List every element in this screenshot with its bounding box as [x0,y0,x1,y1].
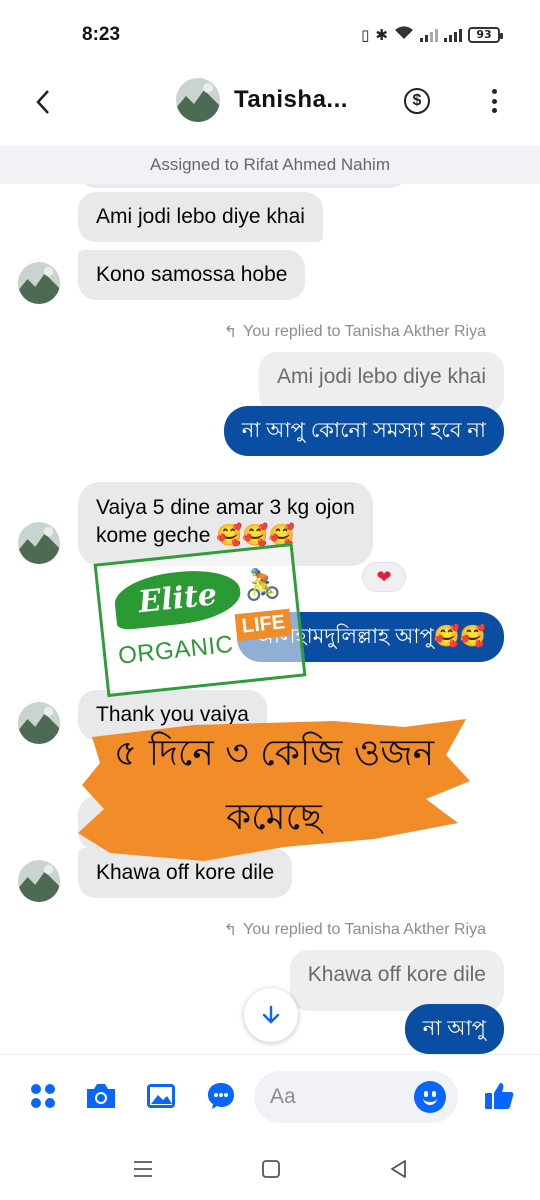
contact-name[interactable]: Tanisha... [234,86,348,114]
contact-avatar[interactable] [176,78,220,122]
brush-caption: ৫ দিনে ৩ কেজি ওজন কমেছে [74,722,474,850]
wifi-icon [394,25,414,44]
sender-avatar[interactable] [18,702,60,744]
home-nav-icon[interactable] [256,1154,286,1184]
brush-line: কমেছে [226,797,322,838]
sender-avatar[interactable] [18,860,60,902]
system-nav-bar [0,1138,540,1200]
composer: Aa [0,1054,540,1138]
apps-icon[interactable] [26,1079,60,1113]
signal-icon [420,27,438,42]
sender-avatar[interactable] [18,522,60,564]
outgoing-message[interactable]: না আপু [404,1004,504,1054]
bicycle-icon: 🚴 [242,566,283,604]
dollar-icon[interactable]: $ [404,88,430,114]
brand-logo: Elite 🚴 ORGANIC LIFE [93,542,307,698]
bluetooth-icon: ✱ [375,25,388,44]
chat-icon[interactable] [204,1079,238,1113]
reply-quote[interactable]: Khawa off kore dile [289,950,504,1011]
back-icon[interactable] [28,84,58,120]
vibrate-icon: ▯ [361,25,370,44]
scroll-down-icon[interactable] [244,988,298,1042]
reply-label: ↰ You replied to Tanisha Akther Riya [224,920,486,940]
input-placeholder: Aa [270,1085,296,1108]
conversation-header: Tanisha... $ [0,72,540,146]
battery-icon: 93 [468,26,503,43]
like-icon[interactable] [482,1079,516,1113]
reply-label-text: You replied to Tanisha Akther Riya [243,921,486,938]
logo-elite: Elite [112,565,243,631]
reply-quote[interactable]: Ami jodi lebo diye khai [259,352,504,413]
status-icons: ▯ ✱ 93 [361,25,503,44]
message-bubble-cut [78,184,408,188]
status-bar: 8:23 ▯ ✱ 93 [0,0,540,72]
more-icon[interactable] [484,86,504,116]
emoji-icon[interactable] [414,1081,446,1113]
assigned-banner: Assigned to Rifat Ahmed Nahim [0,146,540,184]
logo-organic: ORGANIC [116,630,235,670]
incoming-message[interactable]: Kono samossa hobe [78,250,306,300]
back-nav-icon[interactable] [384,1154,414,1184]
reply-label-text: You replied to Tanisha Akther Riya [243,323,486,340]
message-line: Vaiya 5 dine amar 3 kg ojon [96,496,355,519]
incoming-message[interactable]: Ami jodi lebo diye khai [78,192,323,242]
reply-label: ↰ You replied to Tanisha Akther Riya [224,322,486,342]
gallery-icon[interactable] [144,1079,178,1113]
sender-avatar[interactable] [18,262,60,304]
brush-line: ৫ দিনে ৩ কেজি ওজন [113,733,435,774]
message-line: kome geche 🥰🥰🥰 [96,524,295,547]
reply-icon: ↰ [223,324,238,341]
message-input[interactable]: Aa [254,1071,458,1123]
status-time: 8:23 [82,24,121,45]
logo-life: LIFE [234,608,293,642]
camera-icon[interactable] [84,1079,118,1113]
signal-icon-2 [444,27,462,42]
menu-nav-icon[interactable] [128,1154,158,1184]
reply-icon: ↰ [223,922,238,939]
outgoing-message[interactable]: না আপু কোনো সমস্যা হবে না [223,406,504,456]
heart-icon[interactable]: ❤ [362,562,406,592]
